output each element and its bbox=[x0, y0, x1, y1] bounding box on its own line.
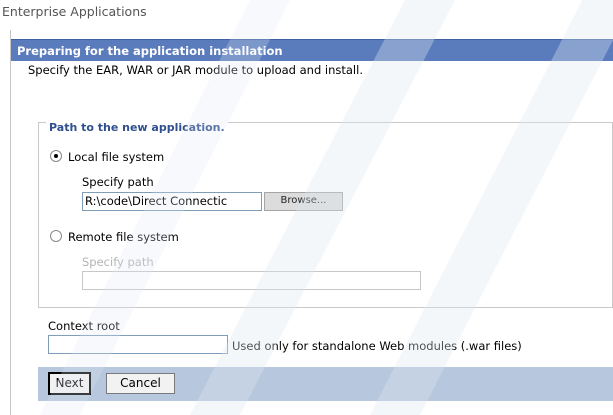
panel-header: Preparing for the application installati… bbox=[11, 39, 613, 61]
context-root-hint: Used only for standalone Web modules (.w… bbox=[232, 339, 522, 353]
radio-selected-dot bbox=[54, 154, 58, 158]
context-root-input[interactable] bbox=[48, 335, 228, 354]
remote-specify-path-label: Specify path bbox=[82, 255, 154, 269]
app-title: Enterprise Applications bbox=[2, 4, 147, 19]
remote-file-system-label: Remote file system bbox=[68, 230, 179, 244]
local-file-system-label: Local file system bbox=[68, 150, 165, 164]
path-legend: Path to the new application. bbox=[46, 121, 228, 134]
cancel-button[interactable]: Cancel bbox=[106, 373, 175, 394]
context-root-label: Context root bbox=[48, 319, 120, 333]
local-file-system-radio[interactable] bbox=[50, 150, 62, 162]
intro-text: Specify the EAR, WAR or JAR module to up… bbox=[28, 63, 363, 77]
remote-file-system-radio[interactable] bbox=[50, 230, 62, 242]
browse-button[interactable]: Browse... bbox=[264, 192, 343, 211]
local-path-input[interactable]: R:\code\Direct Connectic bbox=[82, 192, 262, 211]
next-button[interactable]: Next bbox=[48, 372, 91, 395]
remote-path-input[interactable] bbox=[82, 271, 421, 290]
local-specify-path-label: Specify path bbox=[82, 175, 154, 189]
